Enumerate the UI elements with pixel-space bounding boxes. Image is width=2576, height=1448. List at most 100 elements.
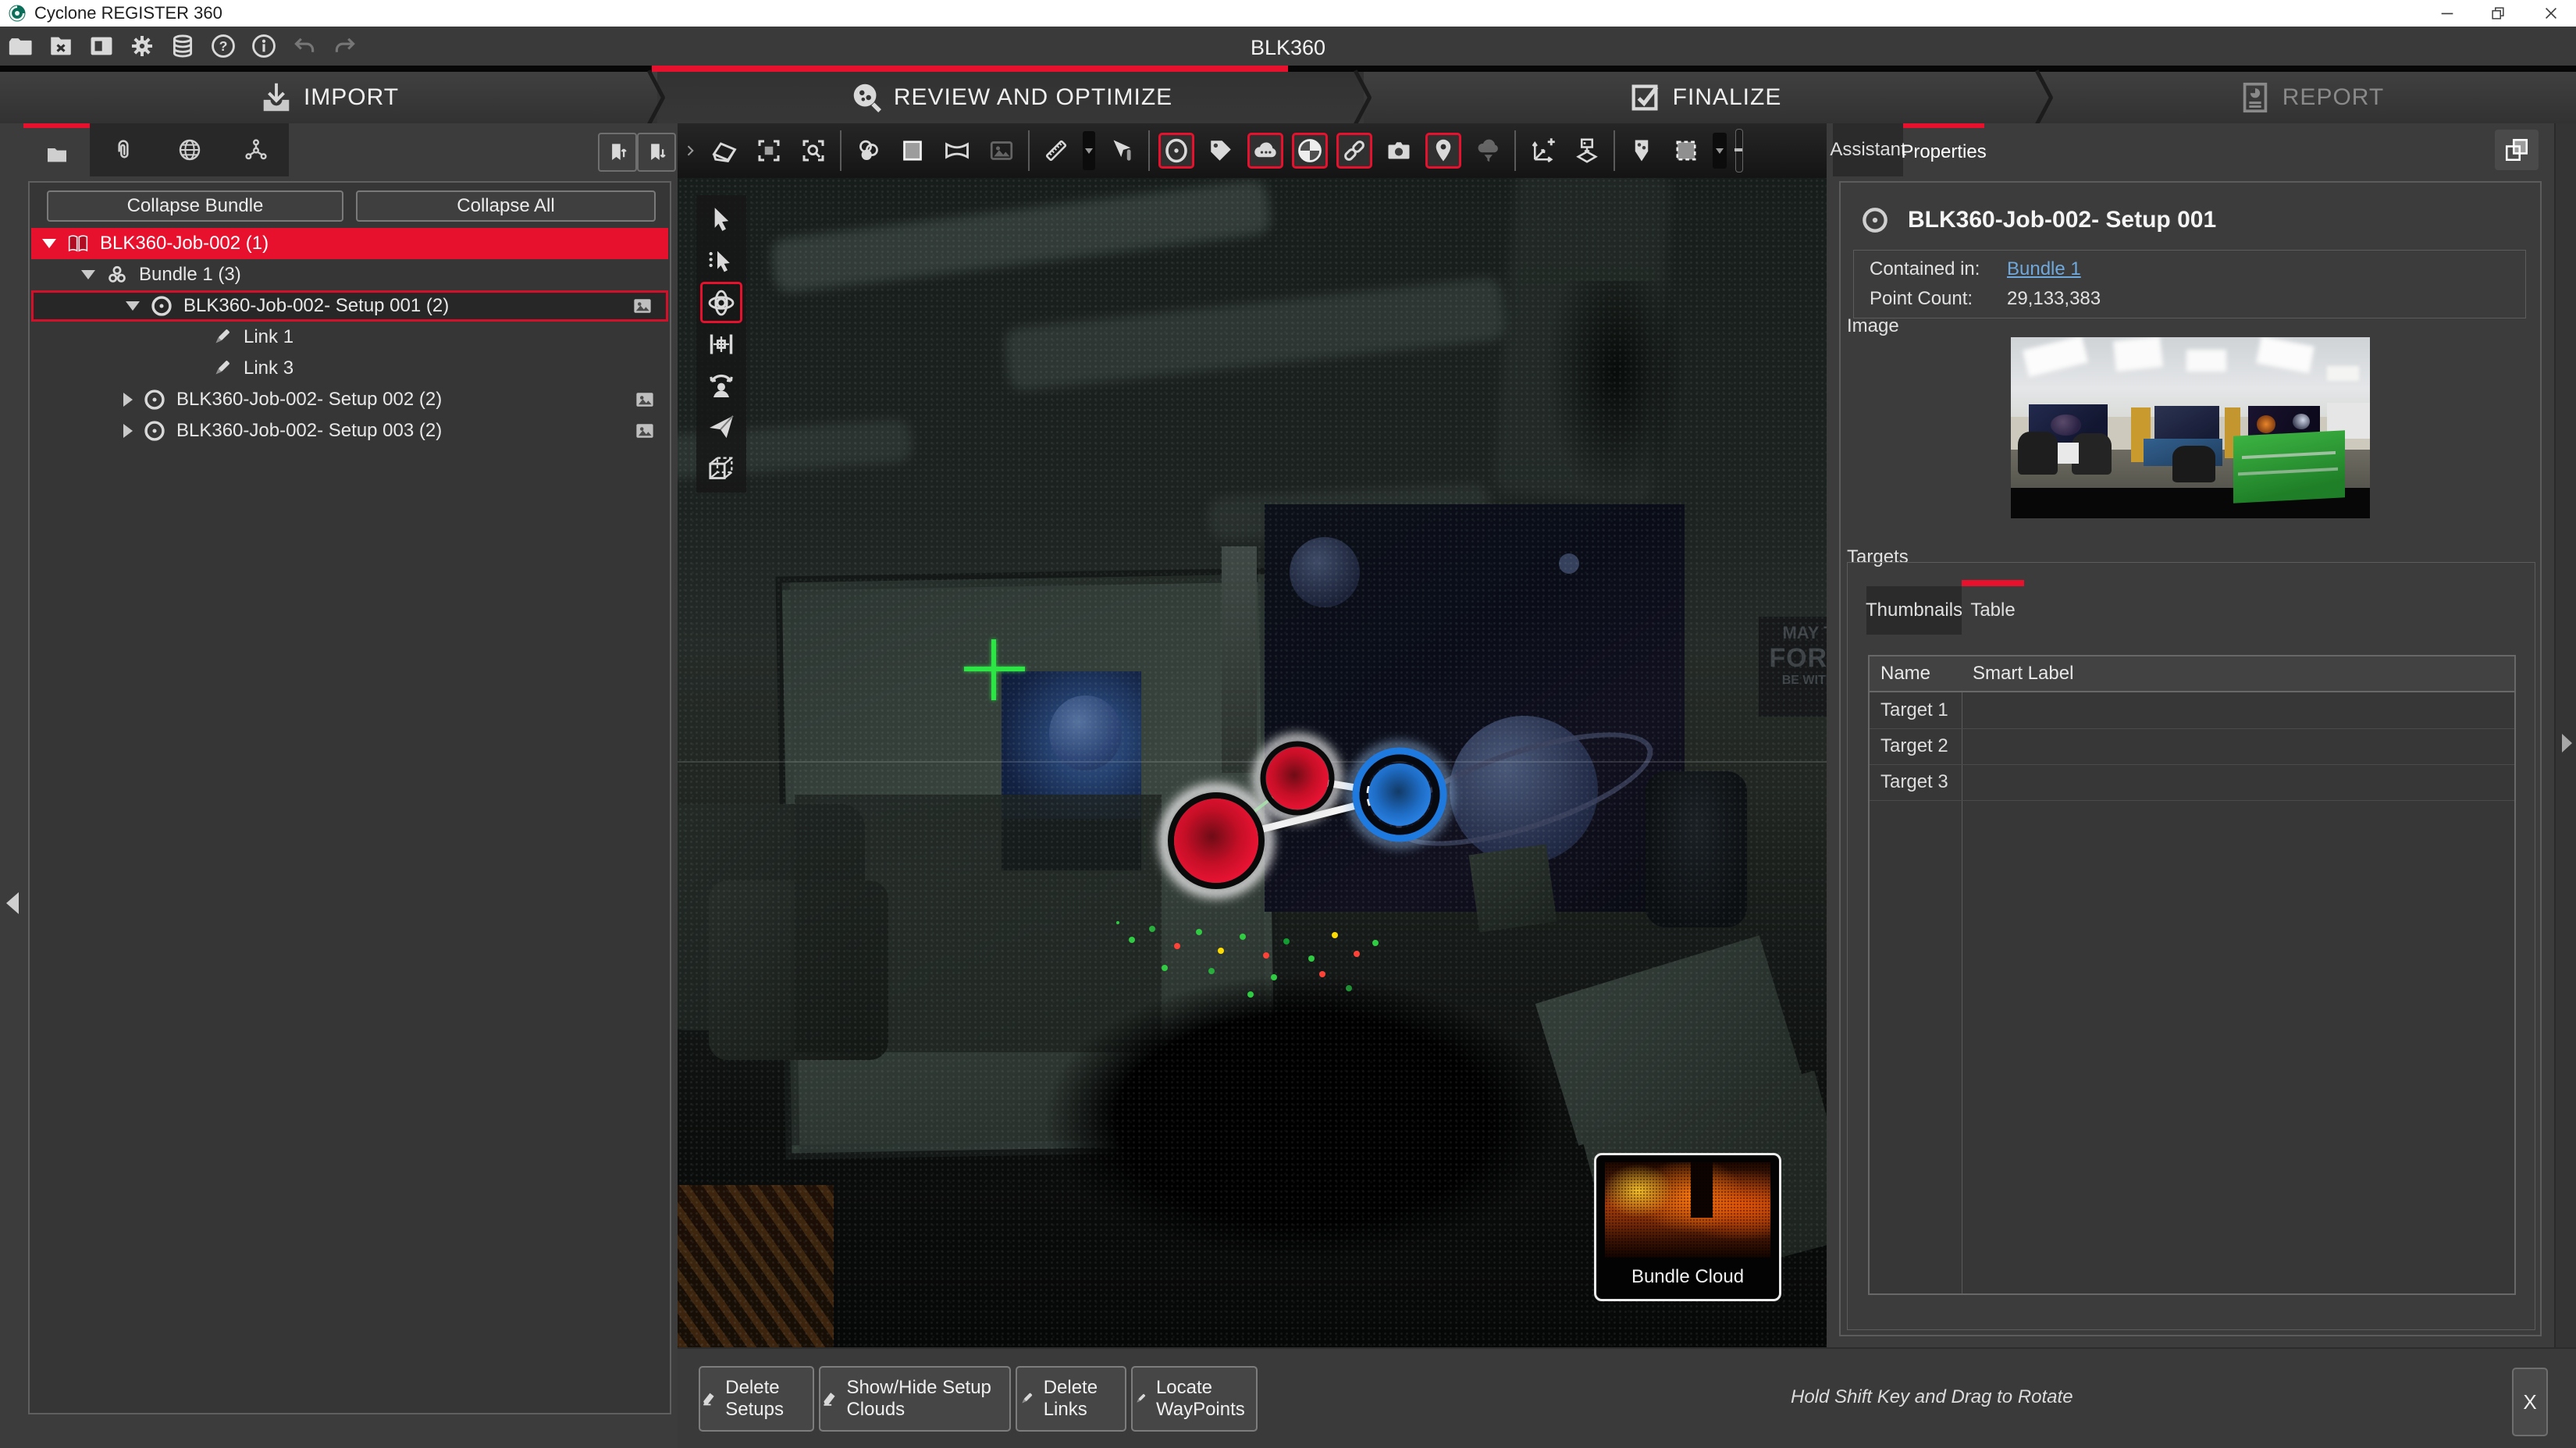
image-icon[interactable] bbox=[631, 388, 659, 411]
tree-row-setup-003[interactable]: BLK360-Job-002- Setup 003 (2) bbox=[31, 415, 668, 446]
setup-marker-red-2[interactable] bbox=[1258, 739, 1336, 817]
settings-button[interactable] bbox=[122, 29, 162, 63]
toggle-setup-markers[interactable] bbox=[1158, 133, 1194, 169]
tab-attachments[interactable] bbox=[90, 123, 156, 176]
locate-waypoints-button[interactable]: Locate WayPoints bbox=[1131, 1366, 1258, 1432]
fly-tool[interactable] bbox=[700, 406, 742, 447]
panorama-view-button[interactable] bbox=[939, 133, 975, 169]
toggle-images[interactable] bbox=[1381, 133, 1417, 169]
point-cloud-view[interactable]: MAY T FORC BE WITH bbox=[678, 178, 1827, 1347]
multi-select-tool[interactable] bbox=[700, 240, 742, 282]
tag-icon bbox=[1207, 137, 1235, 165]
collapse-left-panel-arrow[interactable] bbox=[6, 892, 19, 914]
rotate-hint: Hold Shift Key and Drag to Rotate bbox=[1791, 1386, 2073, 1408]
pick-point-button[interactable] bbox=[1104, 133, 1140, 169]
checker-target-icon bbox=[1296, 137, 1324, 165]
pan-tool[interactable] bbox=[700, 323, 742, 365]
import-data-button[interactable] bbox=[81, 29, 122, 63]
storage-button[interactable] bbox=[162, 29, 203, 63]
setup-icon bbox=[142, 387, 167, 412]
redo-button[interactable] bbox=[325, 29, 365, 63]
tree-row-link-1[interactable]: Link 1 bbox=[31, 322, 668, 353]
close-button[interactable] bbox=[2528, 0, 2574, 27]
table-row-target-1[interactable]: Target 1 bbox=[1870, 692, 2514, 729]
delete-links-button[interactable]: Delete Links bbox=[1016, 1366, 1126, 1432]
toggle-bw-targets[interactable] bbox=[1292, 133, 1328, 169]
expand-right-panel-arrow[interactable] bbox=[2562, 734, 2572, 752]
image-view-button[interactable] bbox=[984, 133, 1019, 169]
tree-row-setup-001[interactable]: BLK360-Job-002- Setup 001 (2) bbox=[31, 290, 668, 322]
table-row-target-2[interactable]: Target 2 bbox=[1870, 728, 2514, 765]
tab-graph-view[interactable] bbox=[222, 123, 289, 176]
tab-finalize[interactable]: FINALIZE bbox=[1364, 72, 2045, 123]
close-project-button[interactable] bbox=[41, 29, 81, 63]
open-project-button[interactable] bbox=[0, 29, 41, 63]
extract-ground-plane-button[interactable] bbox=[1569, 133, 1605, 169]
collapse-bundle-button[interactable]: Collapse Bundle bbox=[47, 190, 343, 222]
toolbar-divider bbox=[1148, 130, 1150, 171]
expander-down-icon[interactable] bbox=[126, 301, 140, 311]
undo-button[interactable] bbox=[284, 29, 325, 63]
add-coordinate-system-button[interactable] bbox=[1525, 133, 1560, 169]
tab-assistant[interactable]: Assistant bbox=[1833, 123, 1903, 176]
tab-report[interactable]: REPORT bbox=[2045, 72, 2576, 123]
setup-marker-red-1[interactable] bbox=[1165, 789, 1268, 892]
contained-in-link[interactable]: Bundle 1 bbox=[2007, 258, 2081, 280]
table-row-target-3[interactable]: Target 3 bbox=[1870, 764, 2514, 801]
toggle-waypoints[interactable] bbox=[1425, 133, 1461, 169]
about-button[interactable] bbox=[244, 29, 284, 63]
workflow-separator bbox=[0, 66, 2576, 72]
solid-view-button[interactable] bbox=[895, 133, 930, 169]
toggle-tags[interactable] bbox=[1203, 133, 1239, 169]
measure-button[interactable] bbox=[1038, 133, 1074, 169]
setup-marker-blue[interactable] bbox=[1351, 746, 1448, 843]
expander-down-icon[interactable] bbox=[81, 270, 95, 279]
collapse-bundle-button-small[interactable] bbox=[637, 133, 676, 172]
collapse-all-button[interactable]: Collapse All bbox=[356, 190, 656, 222]
tab-properties[interactable]: Properties bbox=[1903, 123, 1984, 176]
tree-row-project[interactable]: BLK360-Job-002 (1) bbox=[31, 228, 668, 259]
tab-table[interactable]: Table bbox=[1962, 586, 2024, 635]
tab-map-view[interactable] bbox=[156, 123, 222, 176]
view-cube-tool[interactable] bbox=[700, 447, 742, 489]
bundle-cloud-thumbnail[interactable]: Bundle Cloud bbox=[1594, 1153, 1781, 1301]
clip-box-button[interactable] bbox=[706, 133, 742, 169]
expand-bundle-button[interactable] bbox=[598, 133, 637, 172]
cloud-color-button[interactable] bbox=[850, 133, 886, 169]
tab-import[interactable]: IMPORT bbox=[0, 72, 657, 123]
tab-review-and-optimize[interactable]: REVIEW AND OPTIMIZE bbox=[657, 72, 1364, 123]
minimize-button[interactable] bbox=[2424, 0, 2471, 27]
restore-button[interactable] bbox=[2475, 0, 2521, 27]
toolbar-slider[interactable] bbox=[1735, 129, 1743, 173]
setup-panorama-image[interactable] bbox=[2011, 337, 2370, 518]
expander-down-icon[interactable] bbox=[42, 239, 56, 248]
fit-view-button[interactable] bbox=[751, 133, 787, 169]
tree-row-link-3[interactable]: Link 3 bbox=[31, 353, 668, 384]
tree-row-setup-002[interactable]: BLK360-Job-002- Setup 002 (2) bbox=[31, 384, 668, 415]
select-tool[interactable] bbox=[700, 199, 742, 240]
look-around-tool[interactable] bbox=[700, 365, 742, 406]
orbit-tool[interactable] bbox=[700, 282, 742, 323]
help-button[interactable]: ? bbox=[203, 29, 244, 63]
tab-thumbnails[interactable]: Thumbnails bbox=[1866, 586, 1962, 635]
cloud-filter-button[interactable] bbox=[1470, 133, 1506, 169]
panel-layout-button[interactable] bbox=[2495, 130, 2539, 170]
image-icon[interactable] bbox=[628, 294, 656, 318]
measure-options-dropdown[interactable] bbox=[1083, 131, 1095, 170]
rectangle-select-button[interactable] bbox=[1668, 133, 1704, 169]
zoom-region-button[interactable] bbox=[795, 133, 831, 169]
show-hide-setup-clouds-button[interactable]: Show/Hide Setup Clouds bbox=[819, 1366, 1011, 1432]
toggle-setup-clouds[interactable] bbox=[1247, 133, 1283, 169]
tab-project-explorer[interactable] bbox=[23, 123, 90, 181]
tree-row-bundle[interactable]: Bundle 1 (3) bbox=[31, 259, 668, 290]
delete-setups-button[interactable]: Delete Setups bbox=[699, 1366, 814, 1432]
expander-right-icon[interactable] bbox=[123, 393, 133, 407]
select-options-dropdown[interactable] bbox=[1713, 133, 1727, 169]
toggle-links[interactable] bbox=[1336, 133, 1372, 169]
toolbar-overflow-icon[interactable] bbox=[682, 139, 698, 162]
camera-icon bbox=[1385, 137, 1413, 165]
expander-right-icon[interactable] bbox=[123, 424, 133, 438]
add-label-button[interactable] bbox=[1624, 133, 1660, 169]
close-view-button[interactable]: X bbox=[2512, 1368, 2548, 1436]
image-icon[interactable] bbox=[631, 419, 659, 443]
